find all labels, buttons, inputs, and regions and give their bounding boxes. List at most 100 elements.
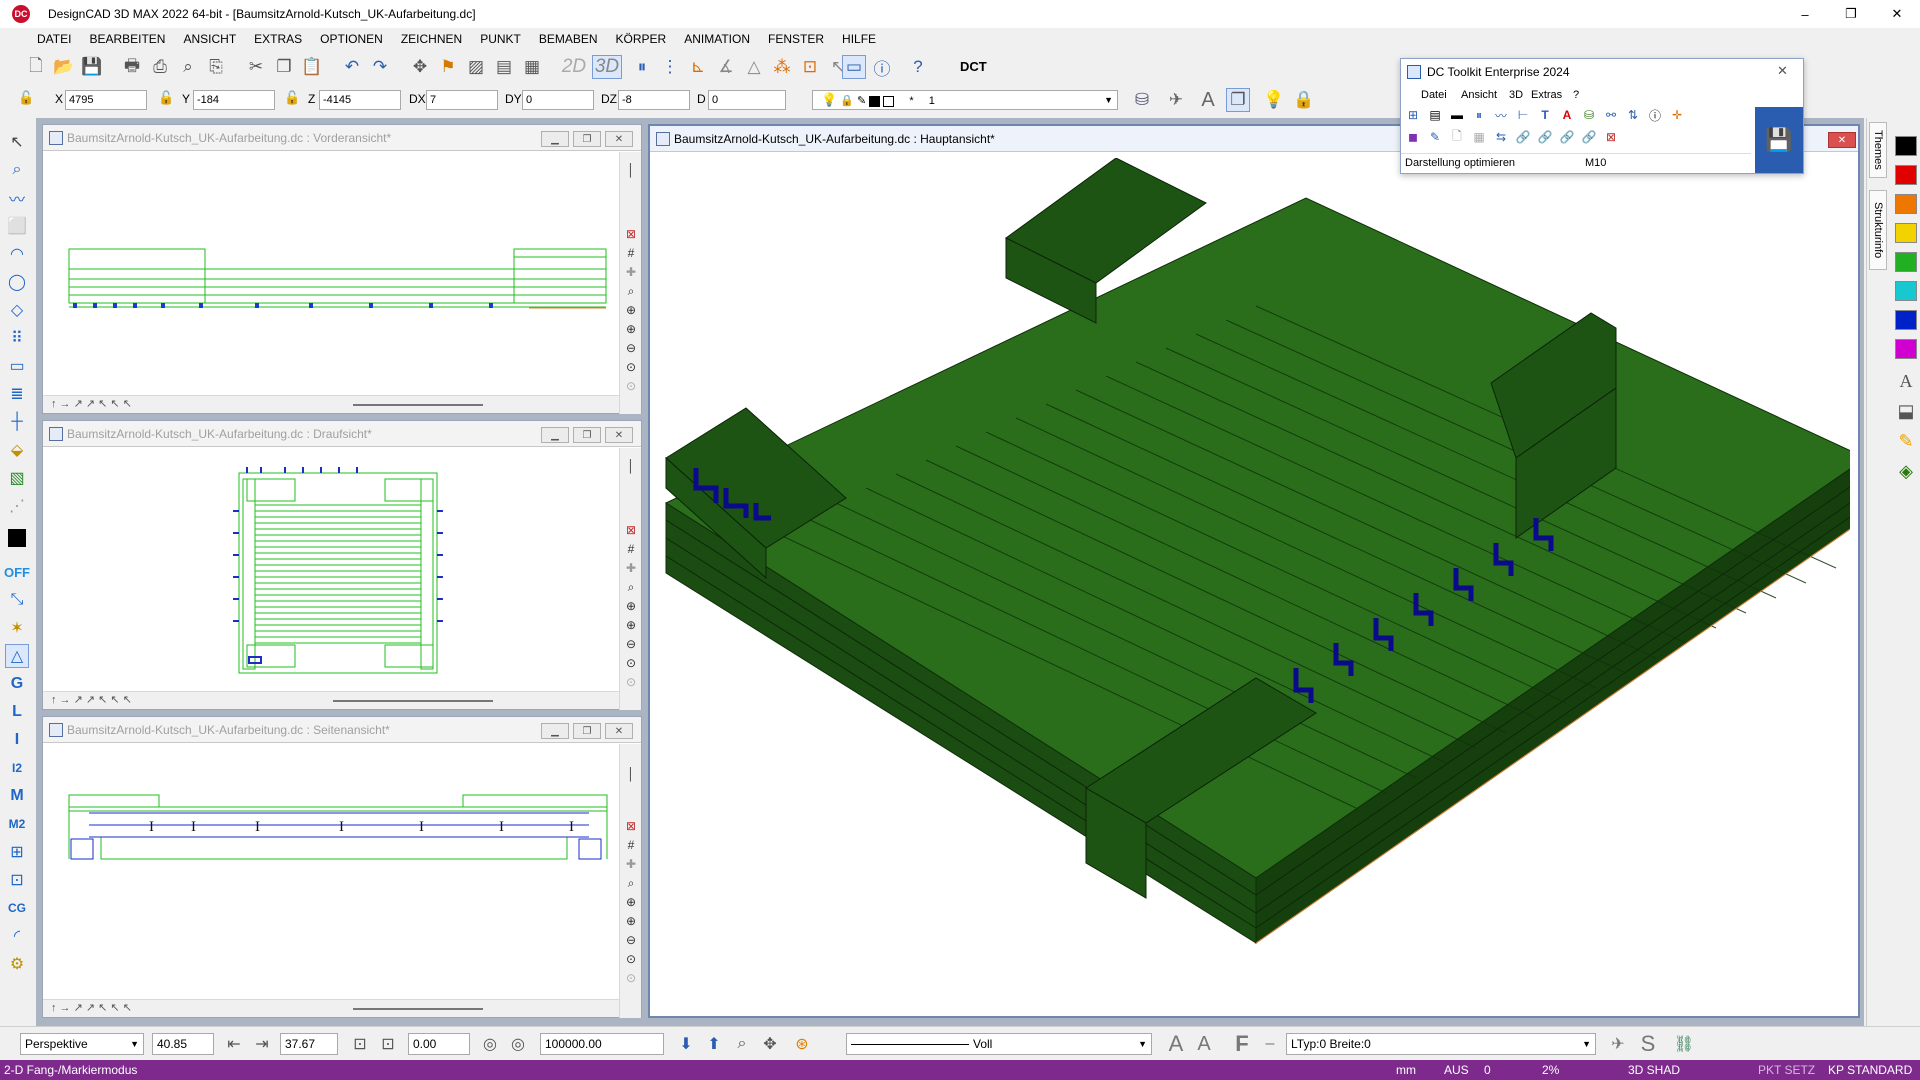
move-down-icon[interactable]: ⬇: [674, 1033, 698, 1055]
i-snap-icon[interactable]: I: [5, 728, 29, 752]
top-close-button[interactable]: ✕: [605, 427, 633, 443]
circle-icon[interactable]: ◯: [5, 270, 29, 294]
array-icon[interactable]: ⠿: [5, 326, 29, 350]
plus-icon[interactable]: ✚: [623, 264, 639, 280]
grid-icon[interactable]: ⋮: [658, 55, 682, 79]
tk-page-icon[interactable]: 🗋: [1449, 129, 1465, 145]
redraw-icon[interactable]: ⊠: [623, 226, 639, 242]
rotate-left-icon[interactable]: ⊡: [348, 1033, 372, 1055]
side-view-titlebar[interactable]: BaumsitzArnold-Kutsch_UK-Aufarbeitung.dc…: [43, 717, 641, 743]
fill-icon[interactable]: ▧: [5, 466, 29, 490]
paste-icon[interactable]: 📋: [300, 55, 324, 79]
front-view-window[interactable]: BaumsitzArnold-Kutsch_UK-Aufarbeitung.dc…: [42, 124, 642, 414]
color-blue-swatch[interactable]: [1895, 310, 1917, 330]
main-close-button[interactable]: ✕: [1828, 132, 1856, 148]
h-scrollbar[interactable]: [353, 1008, 483, 1010]
front-minimize-button[interactable]: ▁: [541, 131, 569, 147]
distance-field[interactable]: 100000.00: [540, 1033, 664, 1055]
polyline-icon[interactable]: 〰: [5, 186, 29, 210]
texture-icon[interactable]: ◈: [1895, 460, 1917, 482]
snap-icon[interactable]: ⊡: [798, 55, 822, 79]
info-icon[interactable]: ⓘ: [870, 55, 894, 79]
toolkit-save-icon[interactable]: 💾: [1755, 107, 1803, 173]
projection-select[interactable]: Perspektive ▼: [20, 1033, 144, 1055]
redraw-icon[interactable]: ⊠: [623, 522, 639, 538]
menu-punkt[interactable]: PUNKT: [471, 28, 530, 50]
toolkit-window[interactable]: DC Toolkit Enterprise 2024 ✕ Datei Ansic…: [1400, 58, 1804, 174]
m-snap-icon[interactable]: M: [5, 784, 29, 808]
mode-3d-button[interactable]: 3D: [592, 55, 622, 79]
arc-snap-icon[interactable]: ◜: [5, 924, 29, 948]
text-grow-icon[interactable]: A: [1164, 1031, 1188, 1056]
y-field[interactable]: -184: [193, 90, 275, 110]
h-scrollbar[interactable]: [353, 404, 483, 406]
tk-layers-icon[interactable]: ⛁: [1581, 107, 1597, 123]
properties-icon[interactable]: ⎘: [204, 55, 228, 79]
menu-fenster[interactable]: FENSTER: [759, 28, 833, 50]
grid-toggle-icon[interactable]: #: [623, 245, 639, 261]
tk-edit-icon[interactable]: ✎: [1427, 129, 1443, 145]
top-minimize-button[interactable]: ▁: [541, 427, 569, 443]
side-close-button[interactable]: ✕: [605, 723, 633, 739]
dx-field[interactable]: 7: [426, 90, 498, 110]
dz-field[interactable]: -8: [618, 90, 690, 110]
shade-view-3-icon[interactable]: ▦: [520, 55, 544, 79]
star-snap-icon[interactable]: ✶: [5, 616, 29, 640]
tk-text-icon[interactable]: T: [1537, 107, 1553, 123]
zoom-select-icon[interactable]: ⌕: [5, 158, 29, 182]
h-scrollbar[interactable]: [333, 700, 493, 702]
menu-optionen[interactable]: OPTIONEN: [311, 28, 392, 50]
dct-label[interactable]: DCT: [960, 59, 987, 74]
gear-snap-icon[interactable]: ⚙: [5, 952, 29, 976]
window-view-icon[interactable]: ▭: [842, 55, 866, 79]
zoom-extra-icon[interactable]: ⊙: [623, 378, 639, 394]
undo-icon[interactable]: ↶: [340, 55, 364, 79]
diamond-icon[interactable]: ◇: [5, 298, 29, 322]
plus-icon[interactable]: ✚: [623, 560, 639, 576]
redraw-icon[interactable]: ⊠: [623, 818, 639, 834]
camera-icon[interactable]: ⊛: [790, 1033, 814, 1055]
tk-text-red-icon[interactable]: A: [1559, 107, 1575, 123]
restore-button[interactable]: ❐: [1828, 0, 1874, 28]
text-add-icon[interactable]: A: [1196, 88, 1220, 112]
save-icon[interactable]: 💾: [80, 55, 104, 79]
tk-dimension-icon[interactable]: ⊢: [1515, 107, 1531, 123]
cross-icon[interactable]: ┼: [5, 410, 29, 434]
rotate-right-icon[interactable]: ⊡: [376, 1033, 400, 1055]
tk-link-1-icon[interactable]: 🔗: [1515, 129, 1531, 145]
network-icon[interactable]: ⛓: [1672, 1033, 1696, 1055]
axes-icon[interactable]: ⊾: [686, 55, 710, 79]
open-folder-icon[interactable]: 📂: [52, 55, 76, 79]
front-view-titlebar[interactable]: BaumsitzArnold-Kutsch_UK-Aufarbeitung.dc…: [43, 125, 641, 151]
zoom-out-icon[interactable]: ⊖: [623, 932, 639, 948]
ltyp-select[interactable]: LTyp:0 Breite:0 ▼: [1286, 1033, 1596, 1055]
toolkit-menu-ansicht[interactable]: Ansicht: [1461, 89, 1497, 101]
shade-view-2-icon[interactable]: ▤: [492, 55, 516, 79]
layer-manager-icon[interactable]: ⛁: [1130, 88, 1154, 112]
scroll-line-icon[interactable]: │: [623, 458, 639, 474]
angle-field[interactable]: 40.85: [152, 1033, 214, 1055]
menu-datei[interactable]: DATEI: [28, 28, 80, 50]
tk-line-icon[interactable]: ▬: [1449, 107, 1465, 123]
box-icon[interactable]: ⬜: [5, 214, 29, 238]
tk-pause-icon[interactable]: ⏸: [1471, 107, 1487, 123]
padlock-icon[interactable]: 🔒: [1292, 88, 1316, 112]
triangle-icon[interactable]: △: [742, 55, 766, 79]
front-close-button[interactable]: ✕: [605, 131, 633, 147]
zoom-extra-icon[interactable]: ⊙: [623, 970, 639, 986]
menu-bearbeiten[interactable]: BEARBEITEN: [80, 28, 174, 50]
triangle-snap-icon[interactable]: △: [5, 644, 29, 668]
color-cyan-swatch[interactable]: [1895, 281, 1917, 301]
reference-icon[interactable]: ⚑: [436, 55, 460, 79]
zoom-out-icon[interactable]: ⊖: [623, 636, 639, 652]
eye-right-icon[interactable]: ◎: [506, 1033, 530, 1055]
box-snap-icon[interactable]: ⊡: [5, 868, 29, 892]
print-preview-icon[interactable]: ⎙: [148, 55, 172, 79]
zoom-prev-icon[interactable]: ⊙: [623, 655, 639, 671]
minimize-button[interactable]: –: [1782, 0, 1828, 28]
side-maximize-button[interactable]: ❐: [573, 723, 601, 739]
tk-connect-icon[interactable]: ⇆: [1493, 129, 1509, 145]
select-arrow-icon[interactable]: ↖: [5, 130, 29, 154]
line-tool-icon[interactable]: ✈: [1606, 1033, 1630, 1055]
toolkit-close-button[interactable]: ✕: [1777, 63, 1788, 79]
